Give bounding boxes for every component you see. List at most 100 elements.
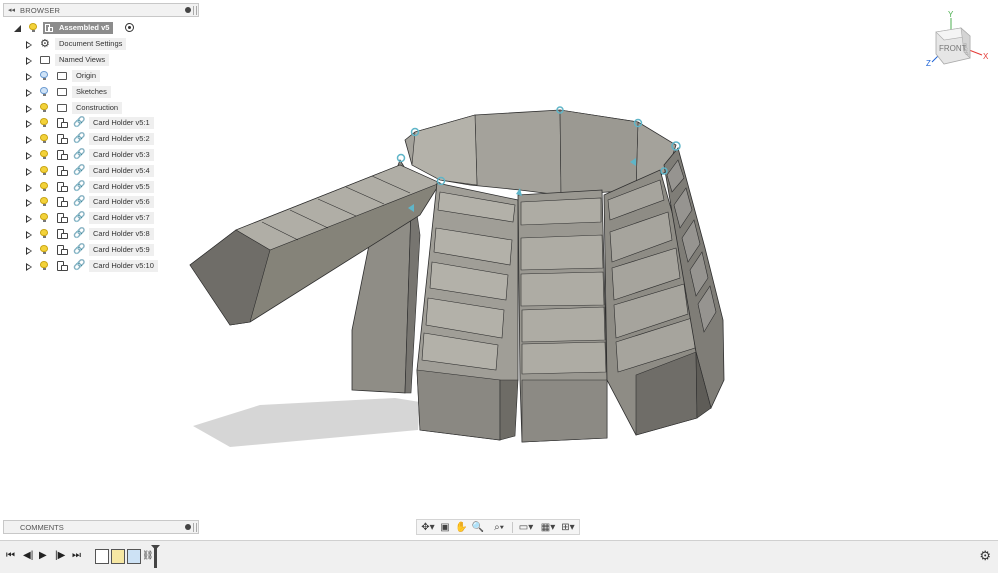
view-cube[interactable]: FRONT RIGHT Y X Z	[924, 10, 994, 72]
tree-item-label[interactable]: Origin	[72, 70, 101, 82]
visibility-bulb-icon[interactable]	[40, 213, 48, 222]
activate-radio-icon[interactable]	[125, 23, 134, 32]
timeline-joint-icon[interactable]: ⛓	[142, 549, 154, 562]
expand-arrow-icon[interactable]	[26, 136, 32, 144]
root-component-label[interactable]: Assembled v5	[55, 22, 114, 34]
timeline-marker[interactable]	[154, 546, 157, 568]
expand-arrow-icon[interactable]	[26, 152, 32, 160]
tree-item-label[interactable]: Card Holder v5:4	[89, 165, 154, 177]
tree-item-card-holder[interactable]: 🔗 Card Holder v5:3	[0, 149, 200, 162]
tree-item-label[interactable]: Card Holder v5:10	[89, 260, 158, 272]
comments-panel-header[interactable]: COMMENTS	[3, 520, 199, 534]
expand-arrow-icon[interactable]	[14, 25, 21, 32]
tree-item-label[interactable]: Named Views	[55, 54, 110, 66]
expand-arrow-icon[interactable]	[26, 57, 32, 65]
step-forward-icon[interactable]: |▶	[55, 550, 65, 562]
visibility-bulb-icon[interactable]	[40, 118, 48, 127]
tree-item-label[interactable]: Document Settings	[55, 38, 127, 50]
tree-item-card-holder[interactable]: 🔗 Card Holder v5:5	[0, 181, 200, 194]
panel-grip-icon[interactable]	[193, 523, 197, 532]
tree-item-card-holder[interactable]: 🔗 Card Holder v5:7	[0, 212, 200, 225]
tree-root-row[interactable]: Assembled v5	[0, 22, 200, 35]
expand-arrow-icon[interactable]	[26, 231, 32, 239]
panel-grip-icon[interactable]	[193, 6, 197, 15]
expand-arrow-icon[interactable]	[26, 247, 32, 255]
tree-item-label[interactable]: Construction	[72, 102, 123, 114]
expand-arrow-icon[interactable]	[26, 105, 32, 113]
component-icon	[43, 22, 55, 34]
link-icon: 🔗	[73, 212, 86, 223]
expand-arrow-icon[interactable]	[26, 73, 32, 81]
visibility-bulb-icon[interactable]	[29, 23, 37, 32]
expand-arrow-icon[interactable]	[26, 41, 32, 49]
tree-item-label[interactable]: Card Holder v5:2	[89, 133, 154, 145]
tree-item-label[interactable]: Card Holder v5:5	[89, 181, 154, 193]
visibility-bulb-icon[interactable]	[40, 229, 48, 238]
tree-item-label[interactable]: Card Holder v5:9	[89, 244, 154, 256]
step-back-icon[interactable]: ◀|	[23, 550, 33, 562]
expand-arrow-icon[interactable]	[26, 89, 32, 97]
tree-item-card-holder[interactable]: 🔗 Card Holder v5:8	[0, 228, 200, 241]
panel-pin-icon[interactable]	[185, 7, 191, 13]
expand-arrow-icon[interactable]	[26, 263, 32, 271]
visibility-bulb-icon[interactable]	[40, 150, 48, 159]
visibility-bulb-icon[interactable]	[40, 134, 48, 143]
visibility-bulb-icon[interactable]	[40, 197, 48, 206]
visibility-bulb-icon[interactable]	[40, 103, 48, 112]
visibility-bulb-icon[interactable]	[40, 245, 48, 254]
gear-icon[interactable]: ⚙	[979, 549, 991, 563]
link-icon: 🔗	[73, 244, 86, 255]
browser-panel-header[interactable]: ◂◂ BROWSER	[3, 3, 199, 17]
component-icon	[57, 229, 68, 239]
viewports-icon[interactable]: ⊞▾	[558, 521, 578, 534]
timeline-feature-icon[interactable]	[95, 549, 109, 564]
axis-z-label: Z	[926, 59, 931, 68]
folder-icon	[57, 72, 67, 80]
tree-item-card-holder[interactable]: 🔗 Card Holder v5:4	[0, 165, 200, 178]
visibility-bulb-icon[interactable]	[40, 182, 48, 191]
go-to-start-icon[interactable]: ⏮	[6, 550, 15, 562]
tree-item-label[interactable]: Sketches	[72, 86, 111, 98]
grid-icon[interactable]: ▦▾	[538, 521, 558, 534]
visibility-bulb-icon[interactable]	[40, 261, 48, 270]
go-to-end-icon[interactable]: ⏭	[72, 550, 81, 562]
fit-icon[interactable]: ⌕▾	[489, 521, 509, 534]
timeline-feature-icon[interactable]	[127, 549, 141, 564]
timeline-feature-icon[interactable]	[111, 549, 125, 564]
display-settings-icon[interactable]: ▭▾	[516, 521, 536, 534]
tree-item-card-holder[interactable]: 🔗 Card Holder v5:9	[0, 244, 200, 257]
look-at-icon[interactable]: ▣	[439, 521, 451, 534]
add-comment-icon[interactable]	[185, 524, 191, 530]
play-icon[interactable]: ▶	[39, 550, 47, 562]
link-icon: 🔗	[73, 149, 86, 160]
tree-item-card-holder[interactable]: 🔗 Card Holder v5:10	[0, 260, 200, 273]
expand-arrow-icon[interactable]	[26, 184, 32, 192]
tree-item-label[interactable]: Card Holder v5:6	[89, 196, 154, 208]
component-icon	[57, 118, 68, 128]
expand-arrow-icon[interactable]	[26, 168, 32, 176]
tree-item-card-holder[interactable]: 🔗 Card Holder v5:1	[0, 117, 200, 130]
tree-item-construction[interactable]: Construction	[0, 102, 200, 115]
view-cube-front-label[interactable]: FRONT	[939, 44, 967, 53]
tree-item-card-holder[interactable]: 🔗 Card Holder v5:2	[0, 133, 200, 146]
visibility-bulb-icon[interactable]	[40, 87, 48, 96]
expand-arrow-icon[interactable]	[26, 199, 32, 207]
tree-item-label[interactable]: Card Holder v5:1	[89, 117, 154, 129]
visibility-bulb-icon[interactable]	[40, 71, 48, 80]
collapse-panel-icon[interactable]: ◂◂	[8, 6, 15, 14]
expand-arrow-icon[interactable]	[26, 215, 32, 223]
expand-arrow-icon[interactable]	[26, 120, 32, 128]
tree-item-sketches[interactable]: Sketches	[0, 86, 200, 99]
orbit-icon[interactable]: ✥▾	[419, 521, 437, 534]
tree-item-origin[interactable]: Origin	[0, 70, 200, 83]
visibility-bulb-icon[interactable]	[40, 166, 48, 175]
tree-item-card-holder[interactable]: 🔗 Card Holder v5:6	[0, 196, 200, 209]
tree-item-label[interactable]: Card Holder v5:3	[89, 149, 154, 161]
tree-item-label[interactable]: Card Holder v5:7	[89, 212, 154, 224]
pan-icon[interactable]: ✋	[455, 521, 467, 534]
link-icon: 🔗	[73, 228, 86, 239]
zoom-icon[interactable]: 🔍	[471, 521, 485, 534]
tree-item-named-views[interactable]: Named Views	[0, 54, 200, 67]
tree-item-label[interactable]: Card Holder v5:8	[89, 228, 154, 240]
tree-item-document-settings[interactable]: ⚙ Document Settings	[0, 38, 200, 51]
